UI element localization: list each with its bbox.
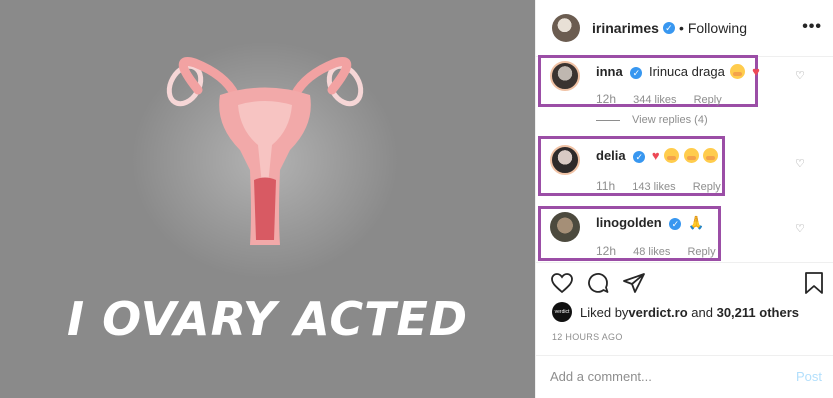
red-heart-icon: ♥ bbox=[651, 148, 660, 163]
comment-time: 12h bbox=[596, 92, 617, 106]
like-comment-heart-icon[interactable]: ♡ bbox=[795, 157, 807, 170]
comment-line: inna ✓ Irinuca draga ♥ bbox=[596, 64, 760, 79]
comment-avatar[interactable] bbox=[550, 145, 580, 175]
comment-username[interactable]: delia bbox=[596, 148, 626, 163]
replies-dash bbox=[596, 119, 620, 121]
hugging-emoji-icon bbox=[683, 148, 699, 163]
header-separator: • bbox=[678, 20, 684, 36]
post-sidebar: irinarimes ✓ • Following ••• inna ✓ Irin… bbox=[535, 0, 833, 398]
save-bookmark-icon[interactable] bbox=[804, 271, 824, 295]
uterus-illustration bbox=[166, 57, 364, 245]
comment-likes[interactable]: 143 likes bbox=[632, 181, 675, 193]
liker-account-link[interactable]: verdict.ro bbox=[628, 305, 687, 320]
comment-avatar[interactable] bbox=[550, 212, 580, 242]
follow-status-button[interactable]: Following bbox=[688, 20, 747, 36]
hugging-emoji-icon bbox=[703, 148, 719, 163]
verified-icon: ✓ bbox=[630, 66, 643, 79]
red-heart-icon: ♥ bbox=[752, 64, 760, 79]
comment-username[interactable]: linogolden bbox=[596, 215, 662, 230]
share-plane-icon[interactable] bbox=[622, 271, 646, 295]
reply-button[interactable]: Reply bbox=[694, 94, 722, 106]
like-comment-heart-icon[interactable]: ♡ bbox=[795, 222, 807, 235]
verified-icon: ✓ bbox=[669, 217, 682, 230]
like-comment-heart-icon[interactable]: ♡ bbox=[795, 69, 807, 82]
likes-summary: verdict Liked by verdict.ro and 30,211 o… bbox=[552, 302, 799, 322]
like-heart-icon[interactable] bbox=[550, 271, 574, 295]
comment-line: linogolden ✓ 🙏 bbox=[596, 215, 704, 231]
reply-button[interactable]: Reply bbox=[687, 246, 715, 258]
likes-prefix: Liked by bbox=[580, 304, 629, 320]
add-comment-bar: Add a comment... Post bbox=[536, 355, 833, 398]
praying-hands-icon: 🙏 bbox=[687, 215, 705, 230]
reply-button[interactable]: Reply bbox=[693, 181, 721, 193]
comment-username[interactable]: inna bbox=[596, 64, 623, 79]
view-replies-link[interactable]: View replies (4) bbox=[596, 114, 708, 126]
hugging-emoji-icon bbox=[729, 64, 745, 79]
comment-likes[interactable]: 344 likes bbox=[633, 94, 676, 106]
liker-avatar[interactable]: verdict bbox=[552, 302, 572, 322]
verified-icon: ✓ bbox=[633, 150, 646, 163]
comment-meta: 12h 344 likes Reply bbox=[596, 92, 722, 106]
post-comment-button[interactable]: Post bbox=[796, 369, 822, 384]
more-options-icon[interactable]: ••• bbox=[802, 18, 822, 36]
verified-icon: ✓ bbox=[662, 22, 675, 34]
post-image: I OVARY ACTED bbox=[0, 0, 535, 398]
comment-meta: 12h 48 likes Reply bbox=[596, 244, 716, 258]
author-username[interactable]: irinarimes bbox=[592, 20, 659, 36]
comment-time: 12h bbox=[596, 244, 617, 258]
image-caption: I OVARY ACTED bbox=[66, 292, 469, 346]
comment-bubble-icon[interactable] bbox=[586, 271, 610, 295]
comment-text: Irinuca draga bbox=[648, 64, 725, 79]
add-comment-input[interactable]: Add a comment... bbox=[550, 369, 652, 384]
comment-likes[interactable]: 48 likes bbox=[633, 246, 670, 258]
comment-avatar[interactable] bbox=[550, 61, 580, 91]
comment-time: 11h bbox=[596, 179, 616, 193]
post-header: irinarimes ✓ • Following ••• bbox=[536, 0, 833, 57]
comment-meta: 11h 143 likes Reply bbox=[596, 179, 721, 193]
likes-middle: and bbox=[687, 304, 717, 320]
comment-line: delia ✓ ♥ bbox=[596, 148, 719, 163]
others-likes-link[interactable]: 30,211 others bbox=[717, 305, 799, 320]
view-replies-label: View replies (4) bbox=[632, 114, 708, 126]
post-timestamp: 12 HOURS AGO bbox=[552, 332, 623, 342]
hugging-emoji-icon bbox=[664, 148, 680, 163]
post-actions-bar bbox=[536, 262, 833, 302]
author-avatar[interactable] bbox=[552, 14, 580, 42]
